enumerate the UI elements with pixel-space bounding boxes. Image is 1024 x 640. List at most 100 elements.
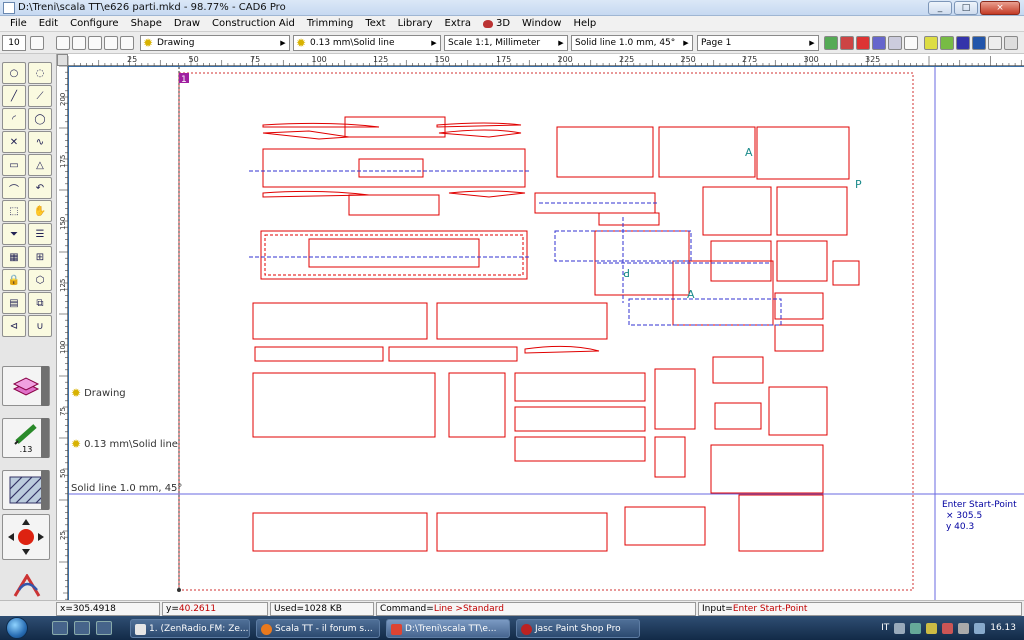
print-icon[interactable]: [120, 36, 134, 50]
properties-icon[interactable]: ☰: [28, 223, 52, 245]
tray-network-icon[interactable]: [910, 622, 922, 634]
blank-page-icon[interactable]: [904, 36, 918, 50]
task-cad6[interactable]: D:\Treni\scala TT\e...: [386, 619, 510, 638]
status-input[interactable]: Input= Enter Start-Point: [698, 602, 1022, 616]
hand-pan-icon[interactable]: ✋: [28, 200, 52, 222]
hatch-expand-handle[interactable]: [41, 470, 49, 510]
pointer-icon[interactable]: [56, 36, 70, 50]
menu-help[interactable]: Help: [567, 18, 602, 29]
layers-tool-icon[interactable]: [840, 36, 854, 50]
start-button[interactable]: [6, 617, 28, 639]
maximize-button[interactable]: □: [954, 1, 978, 15]
status-command-value: Line >Standard: [433, 604, 504, 614]
bogie-side: [556, 126, 654, 178]
snap-tool-icon[interactable]: [856, 36, 870, 50]
task-paintshop[interactable]: Jasc Paint Shop Pro: [516, 619, 640, 638]
task-firefox[interactable]: Scala TT - il forum s...: [256, 619, 380, 638]
layer-stack-icon[interactable]: ▤: [2, 292, 26, 314]
page-select[interactable]: Page 1 ▶: [697, 35, 819, 51]
ellipse-tool-icon[interactable]: ◯: [28, 108, 52, 130]
render-icon[interactable]: [972, 36, 986, 50]
close-button[interactable]: ×: [980, 1, 1020, 15]
layers-expand-handle[interactable]: [41, 366, 49, 406]
floating-pen-text: 0.13 mm\Solid line: [84, 438, 178, 450]
menu-shape[interactable]: Shape: [125, 18, 168, 29]
language-indicator[interactable]: IT: [881, 623, 889, 633]
menu-construction-aid[interactable]: Construction Aid: [206, 18, 301, 29]
grid-icon[interactable]: [940, 36, 954, 50]
info-y: y 40.3: [946, 522, 975, 532]
ruler-label: 225: [619, 55, 634, 64]
curve-tool-icon[interactable]: ∿: [28, 131, 52, 153]
circle-points-icon[interactable]: ◌: [28, 62, 52, 84]
menu-library[interactable]: Library: [392, 18, 439, 29]
firefox-icon: [261, 624, 272, 635]
tray-security-icon[interactable]: [926, 622, 938, 634]
line-tool-icon[interactable]: ╱: [2, 85, 26, 107]
menu-text[interactable]: Text: [359, 18, 391, 29]
zoom-window-icon[interactable]: ⧉: [28, 292, 52, 314]
drawing-canvas[interactable]: A P A P 1 ✹ Drawing ✹ 0.13 mm\Solid line…: [69, 67, 1024, 600]
view-3d-icon[interactable]: [956, 36, 970, 50]
select-area-icon[interactable]: ⬚: [2, 200, 26, 222]
filter-icon[interactable]: ⏷: [2, 223, 26, 245]
show-desktop-icon[interactable]: [52, 621, 68, 635]
pattern-icon[interactable]: ▦: [2, 246, 26, 268]
open-file-icon[interactable]: [88, 36, 102, 50]
menu-edit[interactable]: Edit: [33, 18, 64, 29]
tray-arrow-icon[interactable]: [894, 622, 906, 634]
tools-icon[interactable]: [1004, 36, 1018, 50]
scale-select[interactable]: Scale 1:1, Millimeter ▶: [444, 35, 568, 51]
roof-outline: [260, 230, 528, 280]
quicklaunch-media-icon[interactable]: [96, 621, 112, 635]
navigation-pad[interactable]: [2, 514, 50, 560]
tray-volume-icon[interactable]: [958, 622, 970, 634]
zoom-step-field[interactable]: 10: [2, 35, 26, 51]
tray-display-icon[interactable]: [974, 622, 986, 634]
drawing-sheet[interactable]: A P A P 1: [69, 67, 1024, 600]
page-tool-icon[interactable]: [888, 36, 902, 50]
arc-tool-icon[interactable]: ◜: [2, 108, 26, 130]
undo-icon[interactable]: ↶: [28, 177, 52, 199]
status-y-label: y=: [166, 604, 179, 614]
help-icon[interactable]: [988, 36, 1002, 50]
menu-draw[interactable]: Draw: [168, 18, 206, 29]
layer-select[interactable]: ✹ Drawing ▶: [140, 35, 290, 51]
polyline-icon[interactable]: ⟋: [28, 85, 52, 107]
pen-tool-icon[interactable]: [824, 36, 838, 50]
task-cad6-label: D:\Treni\scala TT\e...: [405, 623, 497, 634]
menu-3d[interactable]: 3D: [477, 18, 516, 29]
menu-file[interactable]: File: [4, 18, 33, 29]
app-icon: [3, 1, 15, 14]
hatch-tool-icon[interactable]: [872, 36, 886, 50]
pen-select[interactable]: ✹ 0.13 mm\Solid line ▶: [293, 35, 441, 51]
save-icon[interactable]: [104, 36, 118, 50]
hatch-select[interactable]: Solid line 1.0 mm, 45° ▶: [571, 35, 693, 51]
part-label-p: P: [855, 178, 862, 191]
crosshair-icon[interactable]: [30, 36, 44, 50]
lock-icon[interactable]: 🔒: [2, 269, 26, 291]
construct-icon[interactable]: ⬡: [28, 269, 52, 291]
tray-app-icon[interactable]: [942, 622, 954, 634]
menu-trimming[interactable]: Trimming: [301, 18, 359, 29]
rectangle-tool-icon[interactable]: ▭: [2, 154, 26, 176]
point-tool-icon[interactable]: ✕: [2, 131, 26, 153]
menu-configure[interactable]: Configure: [64, 18, 124, 29]
measure-icon[interactable]: [924, 36, 938, 50]
menu-extra[interactable]: Extra: [439, 18, 477, 29]
spline-tool-icon[interactable]: ⌒: [2, 177, 26, 199]
minimize-button[interactable]: _: [928, 1, 952, 15]
circle-tool-icon[interactable]: ○: [2, 62, 26, 84]
task-zenradio[interactable]: 1. (ZenRadio.FM: Ze...: [130, 619, 250, 638]
mirror-icon[interactable]: ⊲: [2, 315, 26, 337]
pen-expand-handle[interactable]: [41, 418, 49, 458]
menu-window[interactable]: Window: [516, 18, 567, 29]
dimension-tool-icon[interactable]: △: [28, 154, 52, 176]
cad6-logo-icon: [12, 573, 42, 601]
ruler-corner[interactable]: [57, 54, 68, 66]
insert-icon[interactable]: ⊞: [28, 246, 52, 268]
quicklaunch-folder-icon[interactable]: [74, 621, 90, 635]
magnet-icon[interactable]: ∪: [28, 315, 52, 337]
clock[interactable]: 16.13: [990, 623, 1016, 633]
new-file-icon[interactable]: [72, 36, 86, 50]
